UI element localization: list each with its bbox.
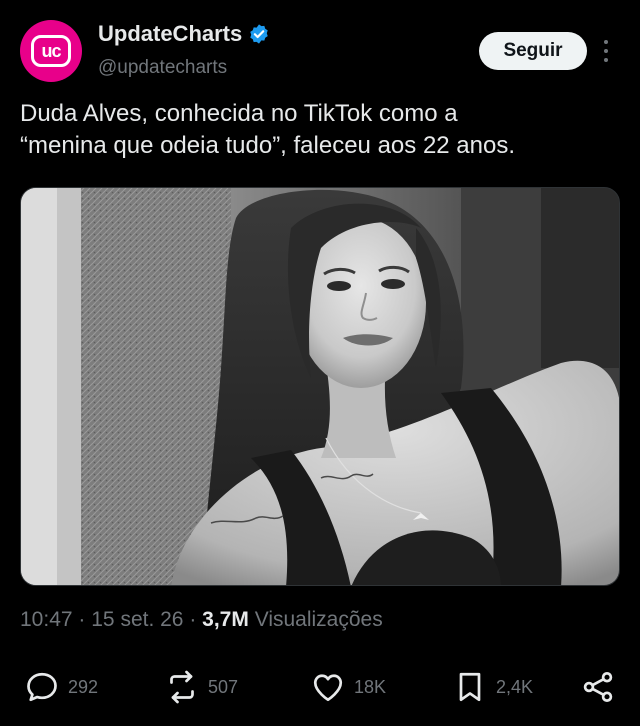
post-time[interactable]: 10:47 (20, 608, 73, 631)
meta-separator: · (78, 608, 86, 631)
share-button[interactable] (580, 665, 616, 709)
bookmark-count: 2,4K (496, 676, 534, 697)
author-name-row: UpdateCharts (98, 21, 270, 47)
meta-separator: · (189, 608, 197, 631)
reply-count: 292 (68, 676, 99, 697)
follow-button[interactable]: Seguir (479, 32, 587, 70)
repost-button[interactable]: 507 (164, 665, 238, 709)
action-bar: 292 507 18K 2,4K (0, 665, 640, 709)
bookmark-button[interactable]: 2,4K (452, 665, 533, 709)
repost-count: 507 (208, 676, 239, 697)
views-label: Visualizações (254, 608, 383, 631)
reply-icon (27, 672, 57, 702)
post-text: Duda Alves, conhecida no TikTok como a “… (20, 98, 620, 162)
author-name[interactable]: UpdateCharts (98, 21, 242, 47)
bookmark-icon (459, 672, 481, 702)
avatar-logo: uc (31, 35, 71, 67)
repost-icon (170, 670, 194, 704)
reply-button[interactable]: 292 (24, 665, 98, 709)
like-icon (313, 674, 343, 702)
like-button[interactable]: 18K (310, 665, 386, 709)
post-text-line-2: “menina que odeia tudo”, faleceu aos 22 … (20, 132, 516, 159)
post-text-line-1: Duda Alves, conhecida no TikTok como a (20, 100, 458, 127)
post-date[interactable]: 15 set. 26 (91, 608, 183, 631)
avatar[interactable]: uc (20, 20, 82, 82)
post-image[interactable] (20, 187, 620, 586)
views-count: 3,7M (202, 608, 249, 631)
more-vertical-icon[interactable] (596, 36, 616, 66)
like-count: 18K (354, 676, 387, 697)
portrait-photo (21, 188, 619, 585)
post-meta: 10:47 · 15 set. 26 · 3,7M Visualizações (20, 608, 383, 632)
share-icon (583, 672, 613, 702)
verified-badge-icon (250, 24, 268, 44)
author-handle[interactable]: @updatecharts (98, 57, 227, 79)
post: uc UpdateCharts @updatecharts Seguir Dud… (0, 0, 640, 726)
